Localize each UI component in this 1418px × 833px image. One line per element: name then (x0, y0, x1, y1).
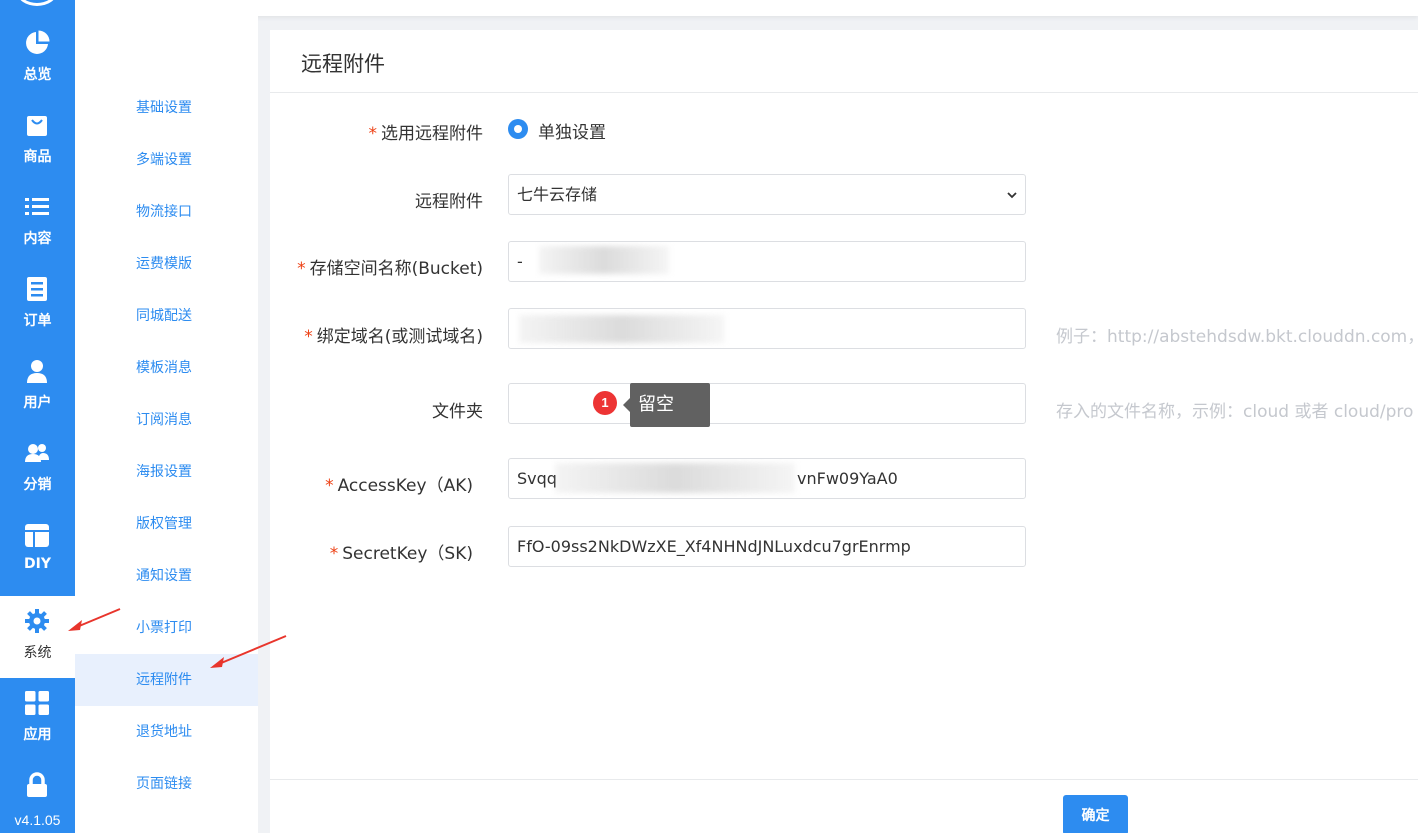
redaction-blur (519, 315, 724, 343)
rail-item-distribution[interactable]: 分销 (0, 428, 75, 510)
document-icon (27, 277, 47, 301)
form-label-folder: 文件夹 (432, 402, 483, 422)
gear-icon (25, 609, 49, 633)
radio-label[interactable]: 单独设置 (538, 118, 606, 143)
primary-sidebar: 总览 商品 内容 订单 用户 分销 DIY 系统 应用 v4.1.05 (0, 0, 75, 833)
settings-card: 远程附件 * 选用远程附件 单独设置 远程附件 七牛云存储 * 存储空间名称(Buc… (270, 30, 1418, 833)
submenu-item[interactable]: 运费模版 (75, 238, 258, 290)
folder-hint: 存入的文件名称，示例：cloud 或者 cloud/pro (1056, 402, 1414, 422)
submenu-item[interactable]: 页面链接 (75, 758, 258, 810)
submenu-item[interactable]: 基础设置 (75, 82, 258, 134)
submenu-item-active[interactable]: 远程附件 (75, 654, 258, 706)
rail-item-label: 用户 (23, 395, 52, 411)
rail-item-label: 分销 (23, 477, 52, 493)
redaction-blur (539, 246, 669, 274)
list-icon (25, 198, 49, 215)
domain-hint: 例子：http://abstehdsdw.bkt.clouddn.com， (1056, 327, 1418, 347)
rail-item-system[interactable]: 系统 (0, 596, 75, 678)
lock-icon (27, 772, 47, 797)
rail-item-apps[interactable]: 应用 (0, 678, 75, 760)
page-title: 远程附件 (301, 52, 385, 76)
version-label: v4.1.05 (14, 812, 61, 828)
remote-type-select[interactable]: 七牛云存储 (508, 174, 1026, 215)
top-bar (75, 0, 1418, 16)
rail-item-overview[interactable]: 总览 (0, 18, 75, 100)
submenu-item[interactable]: 物流接口 (75, 186, 258, 238)
rail-item-products[interactable]: 商品 (0, 100, 75, 182)
form-label-domain: * 绑定域名(或测试域名) (304, 327, 483, 347)
rail-item-label: 内容 (23, 231, 52, 247)
folder-input[interactable] (508, 383, 1026, 424)
submenu-item[interactable]: 订阅消息 (75, 394, 258, 446)
domain-input[interactable] (508, 308, 1026, 349)
submenu-item[interactable]: 版权管理 (75, 498, 258, 550)
access-key-input[interactable]: Svqq vnFw09YaA0 (508, 458, 1026, 499)
apps-grid-icon (25, 691, 49, 715)
rail-item-label: 系统 (23, 645, 52, 661)
pie-chart-icon (26, 30, 50, 54)
divider (270, 92, 1418, 93)
form-label-bucket: * 存储空间名称(Bucket) (297, 259, 483, 279)
input-value: - (517, 252, 523, 271)
logo (17, 0, 57, 6)
input-value-end: vnFw09YaA0 (797, 469, 898, 488)
version-info[interactable]: v4.1.05 (0, 760, 75, 833)
user-icon (27, 360, 47, 383)
users-icon (25, 444, 49, 462)
select-value: 七牛云存储 (517, 185, 598, 204)
shopping-bag-icon (27, 116, 47, 136)
submenu-item[interactable]: 小票打印 (75, 602, 258, 654)
footer-divider (270, 779, 1418, 780)
secret-key-input[interactable]: FfO-09ss2NkDWzXE_Xf4NHNdJNLuxdcu7grEnrmp (508, 526, 1026, 567)
rail-item-orders[interactable]: 订单 (0, 264, 75, 346)
rail-item-content[interactable]: 内容 (0, 182, 75, 264)
form-label-remote-type: 远程附件 (415, 192, 483, 212)
submenu-item[interactable]: 退货地址 (75, 706, 258, 758)
layout-icon (25, 524, 49, 547)
redaction-blur (555, 463, 795, 493)
secondary-sidebar: 基础设置 多端设置 物流接口 运费模版 同城配送 模板消息 订阅消息 海报设置 … (75, 16, 258, 833)
annotation-tooltip: 留空 (623, 383, 710, 427)
submenu-item[interactable]: 海报设置 (75, 446, 258, 498)
chevron-down-icon (1007, 192, 1017, 199)
rail-item-label: DIY (24, 556, 51, 572)
annotation-badge: 1 (593, 391, 617, 415)
rail-item-label: 商品 (23, 149, 52, 165)
rail-item-label: 总览 (23, 67, 52, 83)
input-value-start: Svqq (517, 469, 557, 488)
rail-item-diy[interactable]: DIY (0, 510, 75, 592)
rail-item-label: 应用 (23, 727, 52, 743)
rail-item-label: 订单 (23, 313, 52, 329)
radio-single-setting[interactable] (508, 119, 528, 139)
submenu-item[interactable]: 模板消息 (75, 342, 258, 394)
confirm-button[interactable]: 确定 (1063, 795, 1128, 833)
form-label-select-remote: * 选用远程附件 (368, 124, 484, 144)
submenu-item[interactable]: 通知设置 (75, 550, 258, 602)
rail-item-users[interactable]: 用户 (0, 346, 75, 428)
bucket-input[interactable]: - (508, 241, 1026, 282)
form-label-secret-key: * SecretKey（SK) (329, 544, 473, 564)
submenu-item[interactable]: 多端设置 (75, 134, 258, 186)
submenu-item[interactable]: 同城配送 (75, 290, 258, 342)
form-label-access-key: * AccessKey（AK) (325, 476, 473, 496)
